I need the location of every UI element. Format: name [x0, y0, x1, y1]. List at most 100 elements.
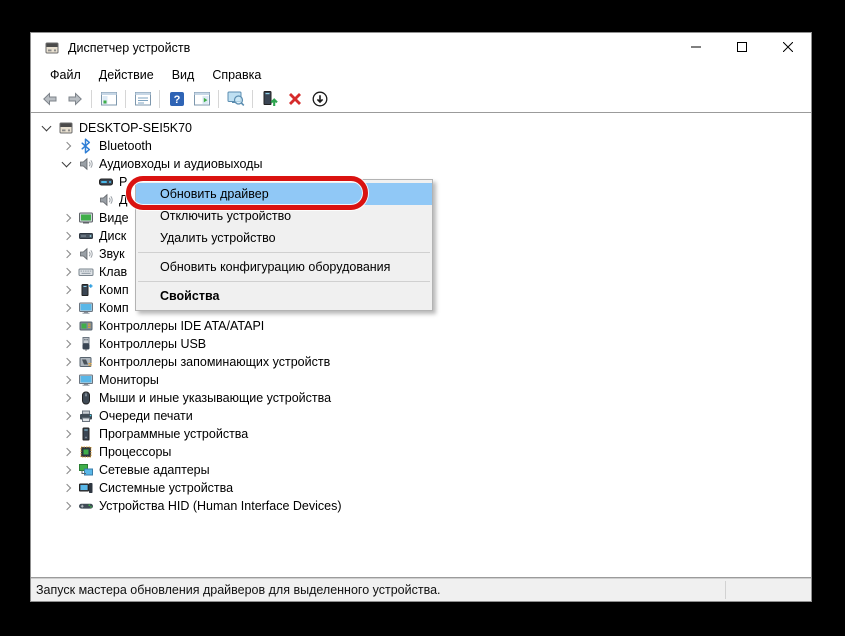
tree-item[interactable]: Аудиовходы и аудиовыходы [31, 155, 811, 173]
chevron-right-icon[interactable] [59, 444, 75, 460]
menubar: Файл Действие Вид Справка [31, 63, 811, 86]
context-menu-item[interactable]: Обновить драйвер [136, 183, 432, 205]
show-console-tree-icon [100, 90, 118, 108]
monitor-icon [78, 372, 94, 388]
disable-device-button[interactable] [307, 87, 332, 111]
tree-item-label: Комп [99, 301, 129, 315]
desktop-background: Диспетчер устройств Файл Действие Вид Справ… [0, 0, 845, 636]
disk-drive-icon [78, 228, 94, 244]
tree-item[interactable]: Процессоры [31, 443, 811, 461]
tree-item[interactable]: Устройства HID (Human Interface Devices) [31, 497, 811, 515]
forward-button[interactable] [62, 87, 87, 111]
chevron-right-icon[interactable] [59, 408, 75, 424]
tree-item-label: Д [119, 193, 128, 207]
properties-button[interactable] [130, 87, 155, 111]
tree-item-label: Мыши и иные указывающие устройства [99, 391, 332, 405]
window-title: Диспетчер устройств [68, 41, 191, 55]
statusbar: Запуск мастера обновления драйверов для … [31, 578, 811, 601]
context-menu-item[interactable]: Удалить устройство [136, 227, 432, 249]
storage-controller-icon [78, 354, 94, 370]
tree-item-label: Комп [99, 283, 129, 297]
tree-item[interactable]: Системные устройства [31, 479, 811, 497]
chevron-right-icon[interactable] [59, 390, 75, 406]
tree-item-label: Контроллеры запоминающих устройств [99, 355, 331, 369]
help-button[interactable]: ? [164, 87, 189, 111]
hid-icon [78, 498, 94, 514]
uninstall-device-button[interactable] [282, 87, 307, 111]
scan-hardware-icon [227, 90, 245, 108]
software-component-icon [78, 282, 94, 298]
software-device-icon [78, 426, 94, 442]
speaker-icon [78, 246, 94, 262]
back-icon [41, 90, 59, 108]
minimize-button[interactable] [673, 33, 719, 63]
maximize-button[interactable] [719, 33, 765, 63]
minimize-icon [691, 39, 701, 57]
forward-icon [66, 90, 84, 108]
chevron-right-icon[interactable] [59, 318, 75, 334]
menubar-item[interactable]: Действие [90, 65, 163, 85]
show-console-tree-button[interactable] [96, 87, 121, 111]
close-button[interactable] [765, 33, 811, 63]
chevron-right-icon[interactable] [59, 264, 75, 280]
menubar-item[interactable]: Справка [203, 65, 270, 85]
tree-item[interactable]: Контроллеры IDE ATA/ATAPI [31, 317, 811, 335]
tree-item[interactable]: Мыши и иные указывающие устройства [31, 389, 811, 407]
chevron-right-icon[interactable] [59, 246, 75, 262]
toolbar: ? [31, 86, 811, 112]
tree-item[interactable]: Мониторы [31, 371, 811, 389]
tree-item-label: Аудиовходы и аудиовыходы [99, 157, 263, 171]
tree-item-label: Мониторы [99, 373, 159, 387]
chevron-right-icon[interactable] [59, 372, 75, 388]
back-button[interactable] [37, 87, 62, 111]
keyboard-icon [78, 264, 94, 280]
tree-item-label: Программные устройства [99, 427, 249, 441]
action-pane-button[interactable] [189, 87, 214, 111]
tree-item[interactable]: Очереди печати [31, 407, 811, 425]
chevron-right-icon[interactable] [59, 300, 75, 316]
maximize-icon [737, 39, 747, 57]
scan-hardware-button[interactable] [223, 87, 248, 111]
device-manager-icon [44, 40, 60, 56]
chevron-down-icon[interactable] [59, 156, 75, 172]
printer-icon [78, 408, 94, 424]
tree-item-label: Контроллеры IDE ATA/ATAPI [99, 319, 265, 333]
tree-item-label: Устройства HID (Human Interface Devices) [99, 499, 342, 513]
tree-item-label: Виде [99, 211, 129, 225]
update-driver-icon [261, 90, 279, 108]
update-driver-button[interactable] [257, 87, 282, 111]
tree-item[interactable]: DESKTOP-SEI5K70 [31, 119, 811, 137]
ide-controller-icon [78, 318, 94, 334]
chevron-right-icon[interactable] [59, 210, 75, 226]
system-device-icon [78, 480, 94, 496]
chevron-right-icon[interactable] [59, 228, 75, 244]
toolbar-separator [159, 90, 160, 108]
chevron-right-icon[interactable] [59, 282, 75, 298]
menubar-item[interactable]: Файл [41, 65, 90, 85]
tree-item[interactable]: Программные устройства [31, 425, 811, 443]
tree-item[interactable]: Сетевые адаптеры [31, 461, 811, 479]
tree-item-label: Системные устройства [99, 481, 234, 495]
tree-item-label: Процессоры [99, 445, 172, 459]
tree-item-label: Контроллеры USB [99, 337, 207, 351]
chevron-right-icon[interactable] [59, 462, 75, 478]
chevron-right-icon[interactable] [59, 138, 75, 154]
uninstall-device-icon [286, 90, 304, 108]
menubar-item[interactable]: Вид [163, 65, 204, 85]
chevron-right-icon[interactable] [59, 480, 75, 496]
chevron-right-icon[interactable] [59, 354, 75, 370]
tree-item[interactable]: Контроллеры USB [31, 335, 811, 353]
context-menu-item[interactable]: Отключить устройство [136, 205, 432, 227]
mouse-icon [78, 390, 94, 406]
context-menu-item[interactable]: Свойства [136, 285, 432, 307]
chevron-down-icon[interactable] [39, 120, 55, 136]
chevron-right-icon[interactable] [59, 336, 75, 352]
tree-item[interactable]: Bluetooth [31, 137, 811, 155]
titlebar[interactable]: Диспетчер устройств [31, 33, 811, 63]
chevron-right-icon[interactable] [59, 426, 75, 442]
tree-item[interactable]: Контроллеры запоминающих устройств [31, 353, 811, 371]
context-menu-item[interactable]: Обновить конфигурацию оборудования [136, 256, 432, 278]
chevron-right-icon[interactable] [59, 498, 75, 514]
tree-item-label: Звук [99, 247, 125, 261]
